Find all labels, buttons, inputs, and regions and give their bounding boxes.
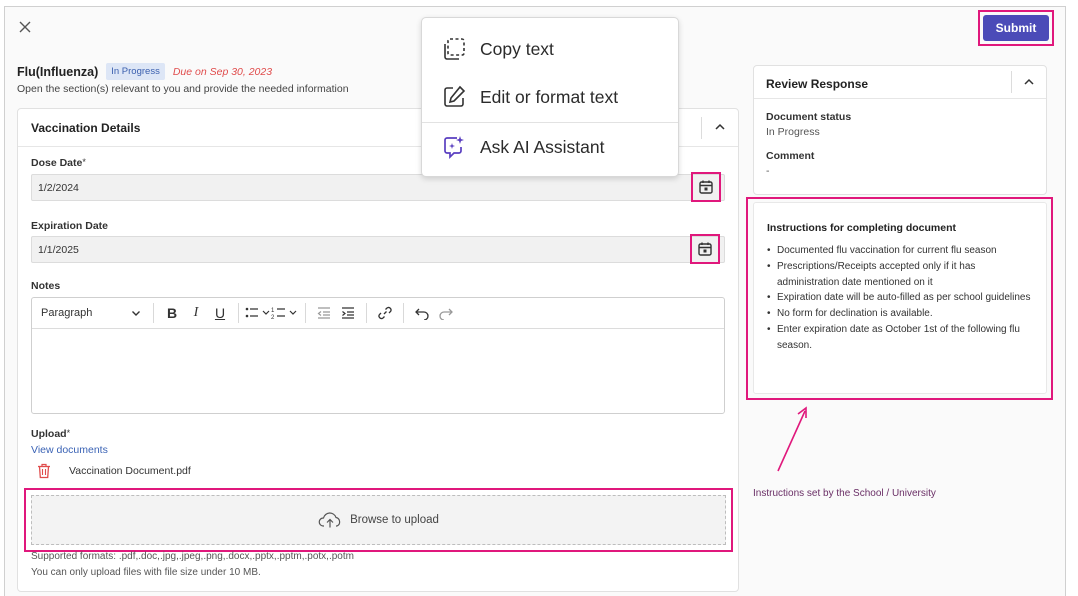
toolbar-divider [403, 303, 404, 323]
document-title-row: Flu(Influenza) In Progress Due on Sep 30… [17, 63, 272, 80]
instructions-list: Documented flu vaccination for current f… [767, 243, 1037, 354]
expiration-date-label: Expiration Date [31, 220, 109, 232]
close-icon[interactable] [17, 19, 33, 35]
uploaded-file-name: Vaccination Document.pdf [69, 465, 191, 477]
menu-item-label: Ask AI Assistant [480, 136, 605, 157]
instructions-title: Instructions for completing document [767, 222, 957, 234]
upload-highlight: Browse to upload [24, 488, 733, 552]
ai-assistant-icon [440, 133, 468, 161]
upload-label-text: Upload [31, 428, 67, 440]
header-divider [1011, 71, 1012, 93]
document-subtitle: Open the section(s) relevant to you and … [17, 83, 349, 95]
instructions-highlight: Instructions for completing document Doc… [746, 197, 1053, 400]
expiration-date-calendar-icon[interactable] [690, 234, 720, 264]
review-header[interactable]: Review Response [754, 66, 1046, 99]
view-documents-link[interactable]: View documents [31, 444, 108, 456]
indent-icon[interactable] [336, 302, 360, 324]
edit-icon [440, 83, 468, 111]
required-marker: * [66, 428, 71, 438]
chevron-down-icon [132, 311, 140, 316]
comment-label: Comment [766, 150, 815, 162]
required-marker: * [82, 157, 86, 167]
supported-formats-text: Supported formats: .pdf,.doc,.jpg,.jpeg,… [31, 551, 354, 562]
size-limit-text: You can only upload files with file size… [31, 567, 261, 578]
submit-highlight: Submit [978, 10, 1054, 46]
paragraph-style-select[interactable]: Paragraph [41, 307, 147, 319]
list-item: Enter expiration date as October 1st of … [767, 322, 1037, 354]
bold-icon[interactable]: B [160, 302, 184, 324]
document-status-value: In Progress [766, 126, 820, 138]
outdent-icon[interactable] [312, 302, 336, 324]
upload-label: Upload* [31, 428, 70, 440]
bullet-list-icon[interactable] [245, 302, 271, 324]
review-title: Review Response [766, 77, 869, 91]
due-date: Due on Sep 30, 2023 [172, 65, 273, 78]
dose-date-label: Dose Date* [31, 157, 86, 169]
menu-divider [422, 122, 678, 123]
expiration-date-field[interactable]: 1/1/2025 [31, 236, 725, 263]
header-divider [701, 117, 702, 139]
toolbar-divider [305, 303, 306, 323]
list-item: Documented flu vaccination for current f… [767, 243, 1037, 259]
annotation-text: Instructions set by the School / Univers… [753, 488, 936, 499]
dose-date-label-text: Dose Date [31, 157, 83, 169]
notes-label: Notes [31, 280, 61, 292]
section-title: Vaccination Details [31, 121, 141, 135]
review-response-panel: Review Response Document status In Progr… [753, 65, 1047, 195]
instructions-panel: Instructions for completing document Doc… [753, 202, 1047, 394]
toolbar-divider [153, 303, 154, 323]
trash-icon[interactable] [37, 463, 51, 479]
menu-item-label: Edit or format text [480, 86, 619, 107]
undo-icon[interactable] [410, 302, 434, 324]
list-item: No form for declination is available. [767, 306, 1037, 322]
editor-toolbar: Paragraph B I U 12 [32, 298, 724, 329]
numbered-list-icon[interactable]: 12 [271, 302, 299, 324]
menu-item-label: Copy text [480, 38, 554, 59]
menu-item-copy-text[interactable]: Copy text [422, 26, 678, 72]
context-menu: Copy text Edit or format text Ask AI Ass… [421, 17, 679, 177]
chevron-up-icon[interactable] [713, 120, 727, 134]
notes-editor[interactable]: Paragraph B I U 12 [31, 297, 725, 414]
dose-date-calendar-icon[interactable] [691, 172, 721, 202]
submit-button[interactable]: Submit [983, 15, 1049, 41]
list-item: Prescriptions/Receipts accepted only if … [767, 259, 1037, 291]
upload-dropzone[interactable]: Browse to upload [31, 495, 726, 545]
annotation-arrow [777, 406, 807, 472]
copy-text-icon [440, 35, 468, 63]
paragraph-style-label: Paragraph [41, 307, 93, 319]
redo-icon[interactable] [434, 302, 458, 324]
cloud-upload-icon [318, 512, 341, 528]
underline-icon[interactable]: U [208, 302, 232, 324]
svg-text:1: 1 [271, 308, 275, 314]
document-status-label: Document status [766, 111, 852, 123]
document-title: Flu(Influenza) [17, 64, 99, 79]
italic-icon[interactable]: I [184, 302, 208, 324]
dose-date-field[interactable]: 1/2/2024 [31, 174, 725, 201]
status-badge: In Progress [106, 63, 165, 80]
menu-item-ask-ai[interactable]: Ask AI Assistant [422, 124, 678, 170]
link-icon[interactable] [373, 302, 397, 324]
menu-item-edit-format[interactable]: Edit or format text [422, 74, 678, 120]
toolbar-divider [238, 303, 239, 323]
chevron-up-icon[interactable] [1022, 75, 1036, 94]
toolbar-divider [366, 303, 367, 323]
list-item: Expiration date will be auto-filled as p… [767, 290, 1037, 306]
comment-value: - [766, 165, 770, 177]
svg-text:2: 2 [271, 315, 275, 320]
browse-to-upload-label: Browse to upload [350, 514, 439, 526]
